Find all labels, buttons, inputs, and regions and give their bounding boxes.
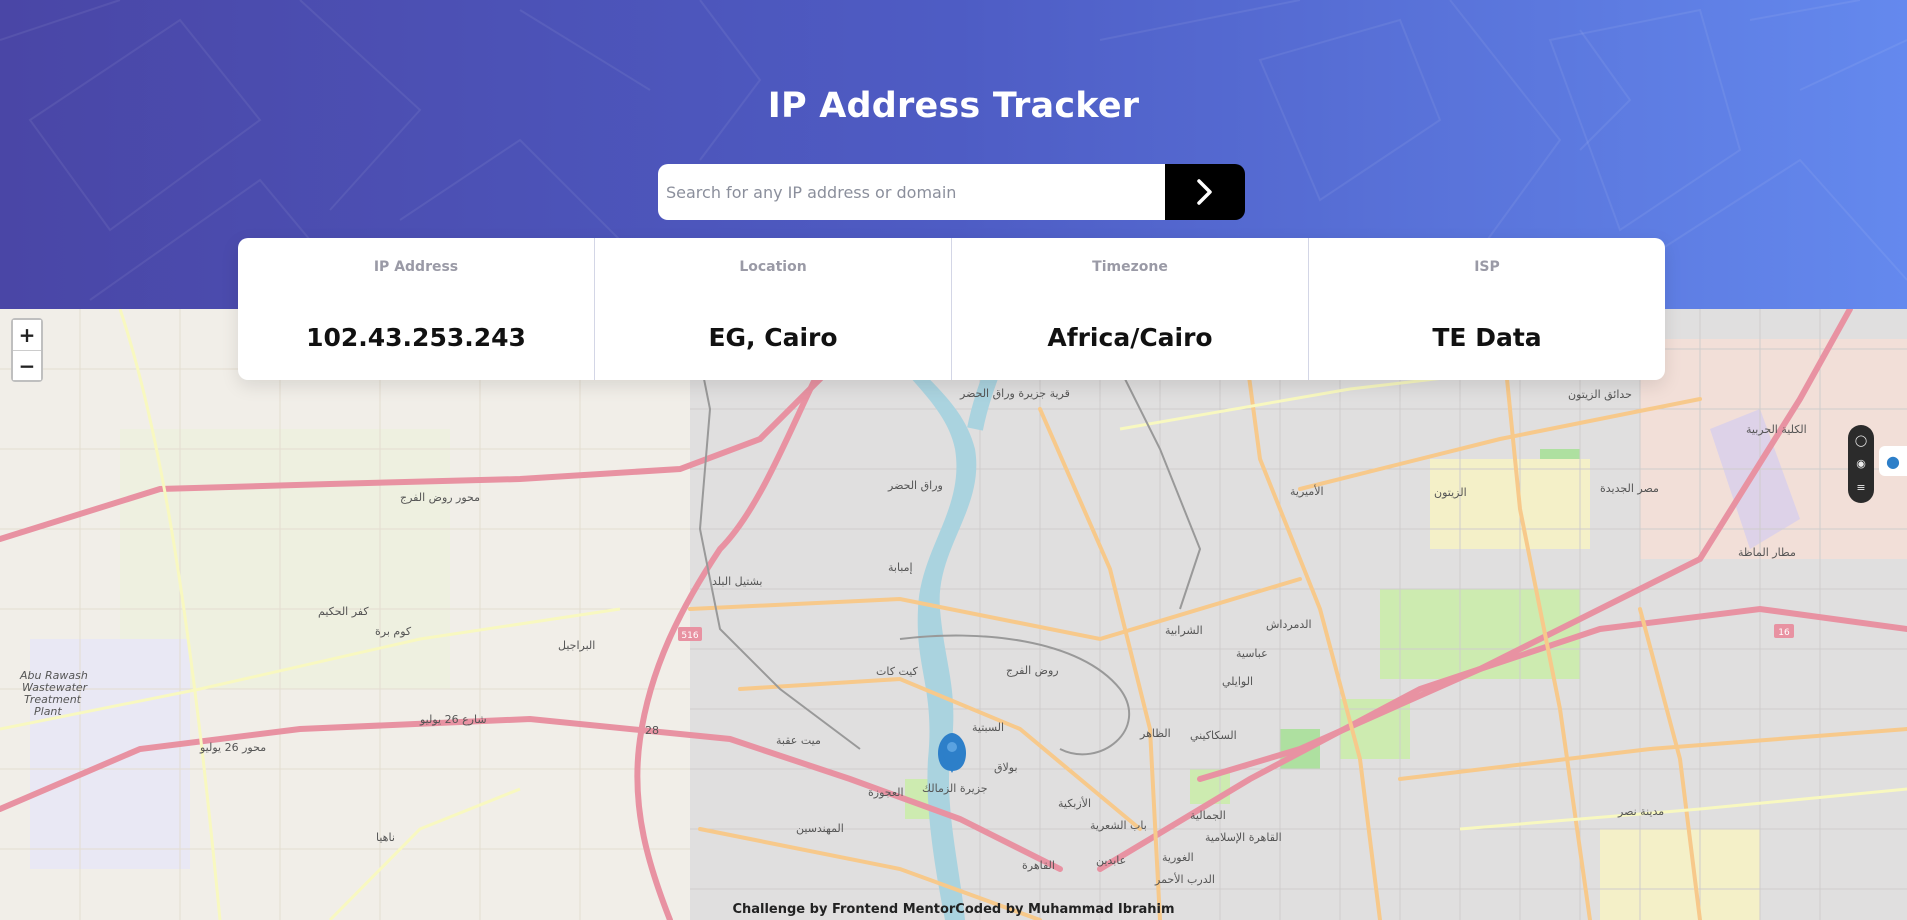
place-label: الزيتون: [1434, 486, 1467, 499]
place-label: وراق الحضر: [887, 479, 943, 492]
place-label: روض الفرج: [1006, 664, 1059, 677]
info-label-isp: ISP: [1474, 259, 1500, 275]
search-submit-button[interactable]: [1165, 164, 1245, 220]
info-value-ip: 102.43.253.243: [306, 323, 526, 352]
place-label: عباسية: [1236, 647, 1268, 660]
place-label: كوم برة: [375, 625, 412, 638]
place-label: إمبابة: [888, 561, 913, 574]
place-label: القاهرة: [1022, 859, 1055, 872]
zoom-controls: + −: [11, 318, 43, 382]
ip-info-card: IP Address 102.43.253.243 Location EG, C…: [238, 238, 1665, 380]
place-label: قرية جزيرة وراق الحضر: [959, 387, 1070, 400]
place-label: الجمالية: [1190, 809, 1226, 822]
place-label: الغورية: [1162, 851, 1194, 864]
place-label: القاهرة الإسلامية: [1205, 831, 1282, 844]
place-label: الدرب الأحمر: [1154, 872, 1215, 886]
place-label: السكاكيني: [1190, 729, 1237, 742]
page-title: IP Address Tracker: [767, 86, 1140, 126]
side-extension-tab[interactable]: ●: [1879, 446, 1907, 476]
info-isp: ISP TE Data: [1308, 238, 1665, 380]
place-label: العجوزة: [868, 786, 904, 799]
info-value-isp: TE Data: [1432, 323, 1542, 352]
info-label-timezone: Timezone: [1092, 259, 1168, 275]
place-label: المهندسين: [796, 822, 844, 835]
info-ip-address: IP Address 102.43.253.243: [238, 238, 594, 380]
place-label: بولاق: [994, 761, 1018, 774]
route-shield-16-label: 16: [1778, 628, 1790, 638]
place-label: الأميرية: [1290, 484, 1324, 498]
chevron-right-icon: [1197, 179, 1212, 205]
info-location: Location EG, Cairo: [594, 238, 951, 380]
place-label: الأزبكية: [1058, 796, 1091, 810]
map-tiles[interactable]: 516 16 28 قرية جزيرة وراق الحضر وراق الح…: [0, 309, 1907, 920]
info-value-location: EG, Cairo: [708, 323, 838, 352]
place-label: الظاهر: [1139, 727, 1171, 740]
info-value-timezone: Africa/Cairo: [1047, 323, 1213, 352]
info-label-location: Location: [739, 259, 807, 275]
place-label: مدينة نصر: [1617, 805, 1664, 818]
place-label: البراجيل: [558, 639, 595, 652]
side-toolbar: ◯ ◉ ≡: [1848, 425, 1874, 503]
place-label: الدمرداش: [1266, 618, 1312, 631]
place-label: مصر الجديدة: [1600, 482, 1659, 495]
zoom-in-button[interactable]: +: [13, 320, 41, 350]
place-label: كيت كات: [876, 665, 919, 678]
road-label: محور 26 يوليو: [199, 741, 266, 754]
place-label: عابدين: [1096, 854, 1126, 867]
place-label: مطار الماظة: [1738, 546, 1796, 559]
place-label: الشرابية: [1165, 624, 1203, 637]
place-label: حدائق الزيتون: [1568, 388, 1632, 402]
place-label: Plant: [34, 705, 62, 718]
map[interactable]: 516 16 28 قرية جزيرة وراق الحضر وراق الح…: [0, 309, 1907, 920]
place-label: بشتيل البلد: [712, 575, 762, 588]
chat-icon[interactable]: ◯: [1855, 435, 1867, 446]
route-28-label: 28: [645, 724, 659, 737]
place-label: جزيرة الزمالك: [922, 782, 988, 795]
route-shield-516-label: 516: [681, 631, 698, 641]
info-label-ip: IP Address: [373, 259, 459, 275]
zoom-out-button[interactable]: −: [13, 350, 41, 380]
menu-icon[interactable]: ≡: [1856, 482, 1865, 493]
place-label: باب الشعرية: [1090, 819, 1147, 832]
place-label: الوايلي: [1222, 675, 1253, 688]
place-label: السبتية: [972, 721, 1004, 734]
search-form: [658, 164, 1245, 220]
droplet-icon: ●: [1886, 451, 1900, 471]
search-input[interactable]: [658, 164, 1165, 220]
place-label: الكلية الحربية: [1746, 423, 1807, 436]
capture-icon[interactable]: ◉: [1856, 458, 1866, 469]
place-label: كفر الحكيم: [318, 605, 369, 618]
attribution-footer: Challenge by Frontend MentorCoded by Muh…: [732, 902, 1175, 917]
road-label: شارع 26 يوليو: [419, 713, 487, 726]
info-timezone: Timezone Africa/Cairo: [951, 238, 1308, 380]
road-label: محور روض الفرج: [400, 491, 480, 504]
place-label: ناهيا: [376, 831, 395, 844]
place-label: ميت عقبة: [776, 734, 821, 747]
